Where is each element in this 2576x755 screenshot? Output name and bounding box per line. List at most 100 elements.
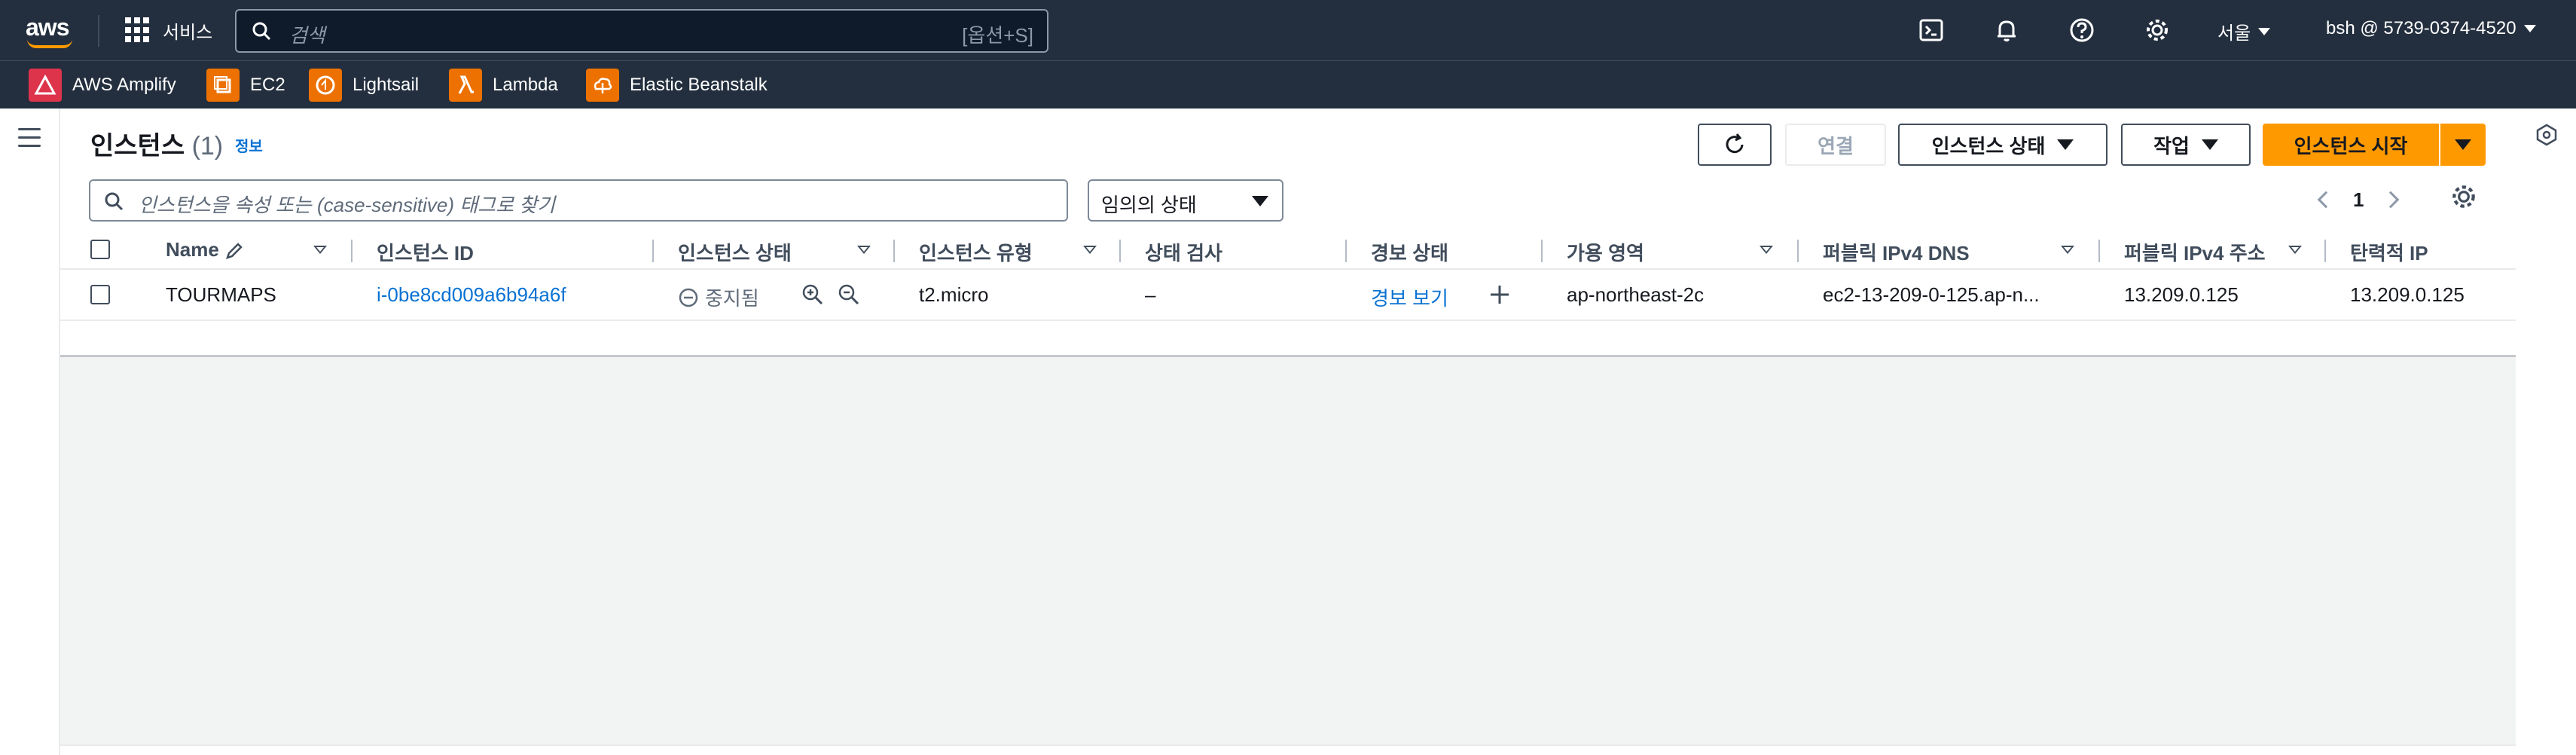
sort-icon[interactable]: [2288, 246, 2302, 254]
launch-instances-button[interactable]: 인스턴스 시작: [2263, 124, 2439, 166]
favorite-label: EC2: [250, 75, 285, 95]
top-navigation: aws 서비스 검색 [옵션+S] 서울 bsh @ 5739-0374-452…: [0, 0, 2576, 60]
cell-availability-zone: ap-northeast-2c: [1567, 283, 1705, 306]
column-divider[interactable]: [652, 240, 654, 262]
state-filter-value: 임의의 상태: [1101, 194, 1197, 216]
favorite-label: AWS Amplify: [72, 75, 176, 95]
caret-down-icon: [2523, 25, 2536, 32]
search-shortcut: [옵션+S]: [962, 24, 1033, 47]
instances-panel: 인스턴스 (1) 정보 연결 인스턴스 상태 작업 인스턴스 시작 인스턴스을 …: [60, 109, 2516, 357]
favorite-lambda[interactable]: Lambda: [449, 67, 558, 103]
search-placeholder: 검색: [289, 24, 325, 47]
column-header-elastic-ip[interactable]: 탄력적 IP: [2350, 238, 2428, 266]
amplify-icon: [29, 69, 62, 102]
column-header-instance-type[interactable]: 인스턴스 유형: [919, 238, 1033, 266]
nav-divider: [98, 15, 99, 47]
zoom-in-icon[interactable]: [801, 283, 824, 306]
column-header-public-ipv4[interactable]: 퍼블릭 IPv4 주소: [2124, 238, 2266, 266]
cell-status-check: –: [1145, 283, 1156, 306]
favorite-elastic-beanstalk[interactable]: Elastic Beanstalk: [586, 67, 768, 103]
column-header-alarm-status[interactable]: 경보 상태: [1371, 238, 1448, 266]
aws-logo[interactable]: aws: [26, 14, 69, 41]
caret-down-icon: [2201, 139, 2218, 150]
column-divider[interactable]: [1541, 240, 1543, 262]
column-divider[interactable]: [2324, 240, 2326, 262]
column-header-availability-zone[interactable]: 가용 영역: [1567, 238, 1644, 266]
instance-state-label: 인스턴스 상태: [1931, 134, 2046, 157]
search-input[interactable]: 검색 [옵션+S]: [235, 9, 1048, 53]
edit-icon: [226, 243, 243, 260]
account-menu[interactable]: bsh @ 5739-0374-4520: [2326, 18, 2536, 39]
region-selector[interactable]: 서울: [2217, 18, 2271, 44]
instance-id-link[interactable]: i-0be8cd009a6b94a6f: [377, 283, 566, 307]
bell-icon[interactable]: [1993, 17, 2020, 44]
sort-icon[interactable]: [857, 246, 871, 254]
menu-icon[interactable]: [18, 128, 41, 148]
instance-count: (1): [191, 132, 224, 160]
add-alarm-icon[interactable]: [1488, 283, 1511, 306]
select-all-checkbox[interactable]: [90, 240, 110, 259]
caret-down-icon: [1252, 196, 1268, 206]
row-checkbox[interactable]: [90, 285, 110, 304]
cell-public-ipv4: 13.209.0.125: [2124, 283, 2239, 306]
favorite-label: Lightsail: [353, 75, 420, 95]
favorite-aws-amplify[interactable]: AWS Amplify: [29, 67, 176, 103]
help-icon[interactable]: [2068, 17, 2095, 44]
actions-button[interactable]: 작업: [2121, 124, 2251, 166]
cell-instance-state: 중지됨: [678, 283, 759, 311]
column-divider[interactable]: [893, 240, 895, 262]
next-page-icon[interactable]: [2382, 191, 2400, 209]
state-label: 중지됨: [705, 287, 759, 310]
sort-icon[interactable]: [1083, 246, 1097, 254]
connect-button[interactable]: 연결: [1785, 124, 1886, 166]
page-title: 인스턴스 (1): [90, 132, 224, 160]
cell-public-dns: ec2-13-209-0-125.ap-n...: [1823, 283, 2040, 306]
column-header-instance-id[interactable]: 인스턴스 ID: [377, 238, 474, 266]
sort-icon[interactable]: [313, 246, 327, 254]
table-row[interactable]: TOURMAPS i-0be8cd009a6b94a6f 중지됨 t2.micr…: [60, 270, 2516, 321]
current-page[interactable]: 1: [2353, 188, 2364, 212]
sort-icon[interactable]: [1760, 246, 1773, 254]
favorites-bar: AWS Amplify EC2 Lightsail Lambda Elastic…: [0, 60, 2576, 109]
column-divider[interactable]: [1797, 240, 1799, 262]
favorite-label: Elastic Beanstalk: [630, 75, 768, 95]
sort-icon[interactable]: [2061, 246, 2074, 254]
hexagon-info-icon[interactable]: [2535, 124, 2558, 146]
launch-dropdown-button[interactable]: [2440, 124, 2486, 166]
aws-logo-smile: [27, 39, 72, 48]
state-filter-select[interactable]: 임의의 상태: [1088, 179, 1283, 222]
side-navigation: [0, 109, 60, 755]
refresh-icon: [1726, 133, 1744, 154]
search-icon: [105, 192, 124, 211]
column-header-name[interactable]: Name: [166, 238, 244, 261]
favorite-ec2[interactable]: EC2: [206, 67, 285, 103]
settings-icon[interactable]: [2144, 17, 2171, 44]
instance-filter-input[interactable]: 인스턴스을 속성 또는 (case-sensitive) 태그로 찾기: [89, 179, 1068, 222]
info-link[interactable]: 정보: [235, 134, 263, 156]
ec2-icon: [206, 69, 240, 102]
favorite-lightsail[interactable]: Lightsail: [309, 67, 419, 103]
services-menu-button[interactable]: 서비스: [125, 17, 212, 44]
column-header-public-dns[interactable]: 퍼블릭 IPv4 DNS: [1823, 238, 1970, 266]
region-label: 서울: [2217, 23, 2251, 44]
zoom-out-icon[interactable]: [838, 283, 860, 306]
instance-state-button[interactable]: 인스턴스 상태: [1898, 124, 2107, 166]
prev-page-icon[interactable]: [2317, 191, 2335, 209]
services-label: 서비스: [163, 22, 213, 43]
column-divider[interactable]: [1119, 240, 1121, 262]
stopped-icon: [679, 288, 698, 307]
column-header-status-check[interactable]: 상태 검사: [1145, 238, 1222, 266]
horizontal-scrollbar[interactable]: [60, 744, 2516, 755]
preferences-gear-icon[interactable]: [2449, 182, 2478, 211]
column-header-instance-state[interactable]: 인스턴스 상태: [678, 238, 792, 266]
account-label: bsh @ 5739-0374-4520: [2326, 18, 2516, 38]
view-alarms-link[interactable]: 경보 보기: [1371, 283, 1448, 311]
column-divider[interactable]: [2098, 240, 2100, 262]
grid-icon: [125, 17, 151, 43]
column-divider[interactable]: [1345, 240, 1347, 262]
pagination: 1: [2317, 181, 2400, 219]
refresh-button[interactable]: [1698, 124, 1772, 166]
column-divider[interactable]: [351, 240, 353, 262]
lightsail-icon: [309, 69, 342, 102]
cloudshell-icon[interactable]: [1918, 17, 1945, 44]
